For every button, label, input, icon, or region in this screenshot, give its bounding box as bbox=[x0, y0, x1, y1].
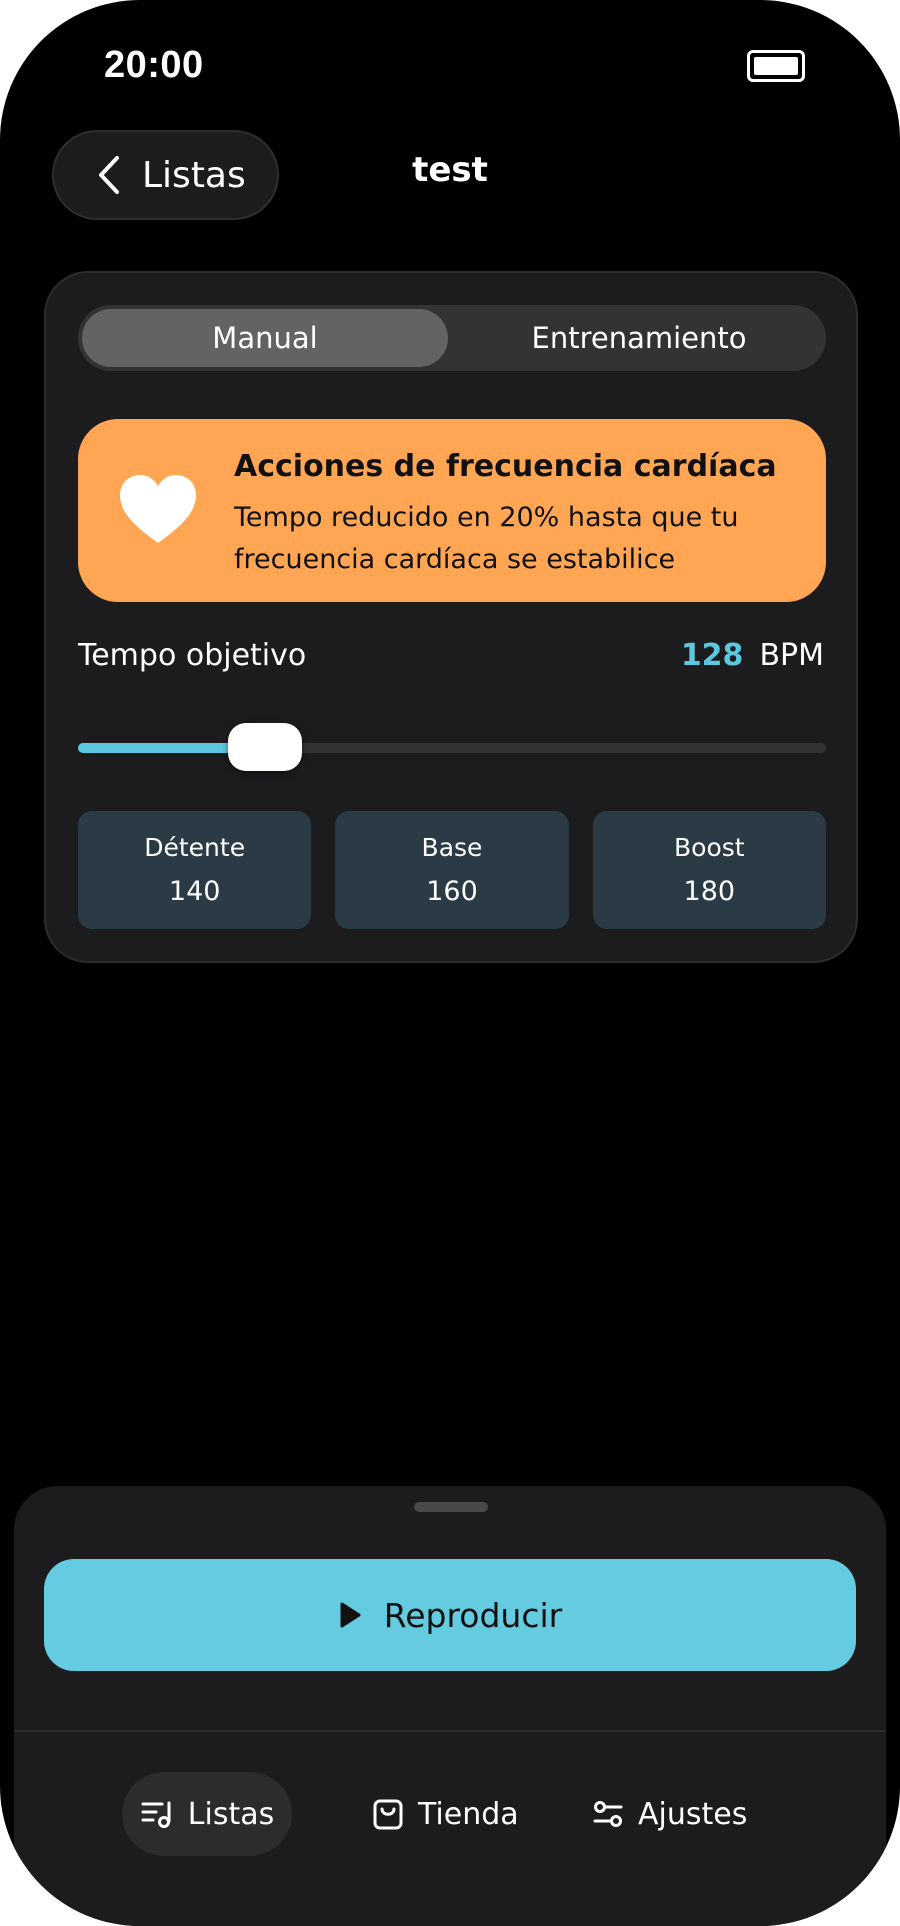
divider bbox=[14, 1730, 886, 1732]
tab-ajustes[interactable]: Ajustes bbox=[592, 1772, 747, 1856]
play-icon bbox=[340, 1602, 361, 1628]
tab-label: Tienda bbox=[418, 1796, 519, 1832]
page-title: test bbox=[412, 150, 488, 190]
preset-base[interactable]: Base 160 bbox=[335, 811, 569, 929]
tempo-label: Tempo objetivo bbox=[78, 638, 307, 673]
mode-segmented-control: Manual Entrenamiento bbox=[78, 305, 826, 371]
preset-detente[interactable]: Détente 140 bbox=[78, 811, 312, 929]
phone-screen: 20:00 Listas test Manual Entrenamiento A… bbox=[0, 0, 900, 1926]
alert-body: Tempo reducido en 20% hasta que tu frecu… bbox=[234, 502, 739, 575]
preset-name: Base bbox=[421, 833, 483, 862]
tempo-presets: Détente 140 Base 160 Boost 180 bbox=[78, 811, 826, 929]
sliders-icon bbox=[593, 1801, 623, 1827]
tempo-slider[interactable] bbox=[78, 723, 826, 773]
tempo-unit: BPM bbox=[759, 638, 824, 673]
preset-value: 180 bbox=[683, 876, 736, 907]
sheet-grabber-handle[interactable] bbox=[414, 1502, 488, 1512]
tab-bar: Listas Tienda Ajustes bbox=[14, 1772, 886, 1856]
play-button[interactable]: Reproducir bbox=[44, 1559, 856, 1671]
tab-tienda[interactable]: Tienda bbox=[372, 1772, 519, 1856]
playlist-icon bbox=[141, 1801, 171, 1828]
player-sheet: Reproducir Listas Tienda Ajustes bbox=[14, 1486, 886, 1926]
shopping-bag-icon bbox=[373, 1799, 403, 1830]
slider-thumb[interactable] bbox=[228, 723, 302, 771]
tempo-value: 128 bbox=[680, 638, 744, 673]
tab-entrenamiento[interactable]: Entrenamiento bbox=[456, 309, 822, 367]
alert-title: Acciones de frecuencia cardíaca bbox=[234, 449, 777, 484]
preset-name: Boost bbox=[674, 833, 745, 862]
heart-icon bbox=[120, 475, 196, 543]
preset-boost[interactable]: Boost 180 bbox=[592, 811, 826, 929]
play-button-label: Reproducir bbox=[383, 1595, 563, 1635]
tempo-readout: 128 BPM bbox=[681, 638, 824, 673]
preset-value: 140 bbox=[168, 876, 221, 907]
tab-listas[interactable]: Listas bbox=[122, 1772, 292, 1856]
tab-label: Listas bbox=[187, 1796, 275, 1832]
heart-rate-alert: Acciones de frecuencia cardíaca Tempo re… bbox=[78, 419, 826, 602]
status-time: 20:00 bbox=[104, 44, 204, 86]
tab-manual[interactable]: Manual bbox=[82, 309, 448, 367]
tempo-card: Manual Entrenamiento Acciones de frecuen… bbox=[44, 271, 858, 963]
tab-label: Ajustes bbox=[638, 1796, 748, 1832]
preset-name: Détente bbox=[144, 833, 246, 862]
battery-icon bbox=[747, 50, 805, 82]
preset-value: 160 bbox=[426, 876, 478, 907]
